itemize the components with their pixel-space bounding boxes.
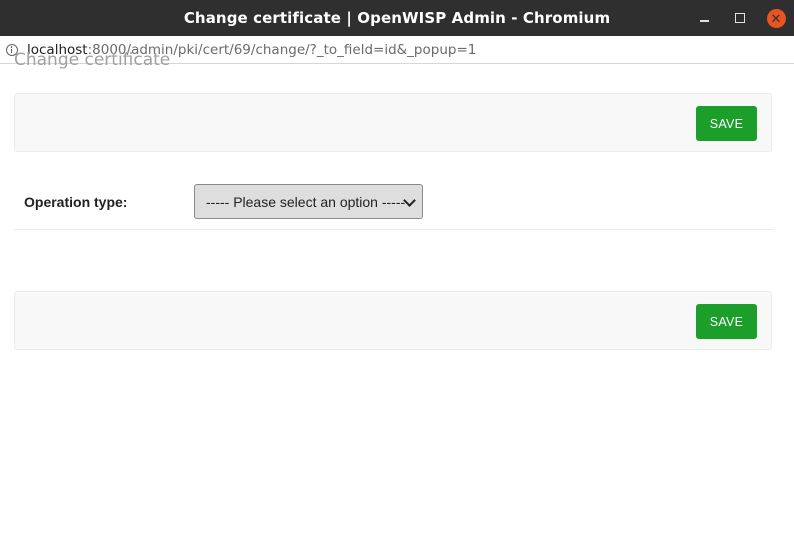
operation-type-label: Operation type: [24, 194, 128, 210]
close-icon: ✕ [766, 8, 786, 28]
save-button-bottom[interactable]: SAVE [696, 304, 757, 339]
minimize-button[interactable] [686, 0, 722, 36]
close-button[interactable]: ✕ [758, 0, 794, 36]
submit-row-bottom: SAVE [14, 291, 772, 350]
page-title: Change certificate [14, 50, 171, 70]
minimize-icon [699, 20, 709, 22]
window-controls: ✕ [686, 0, 794, 36]
page-content: SAVE Operation type: ----- Please select… [0, 64, 794, 557]
save-button[interactable]: SAVE [696, 106, 757, 141]
maximize-button[interactable] [722, 0, 758, 36]
submit-row-top: SAVE [14, 93, 772, 152]
maximize-icon [735, 13, 745, 23]
window-titlebar: Change certificate | OpenWISP Admin - Ch… [0, 0, 794, 36]
window-title: Change certificate | OpenWISP Admin - Ch… [183, 9, 611, 27]
operation-type-select[interactable]: ----- Please select an option ----- [194, 184, 423, 219]
operation-type-selected: ----- Please select an option ----- [206, 193, 406, 210]
form-row-operation-type: Operation type: ----- Please select an o… [14, 178, 774, 230]
